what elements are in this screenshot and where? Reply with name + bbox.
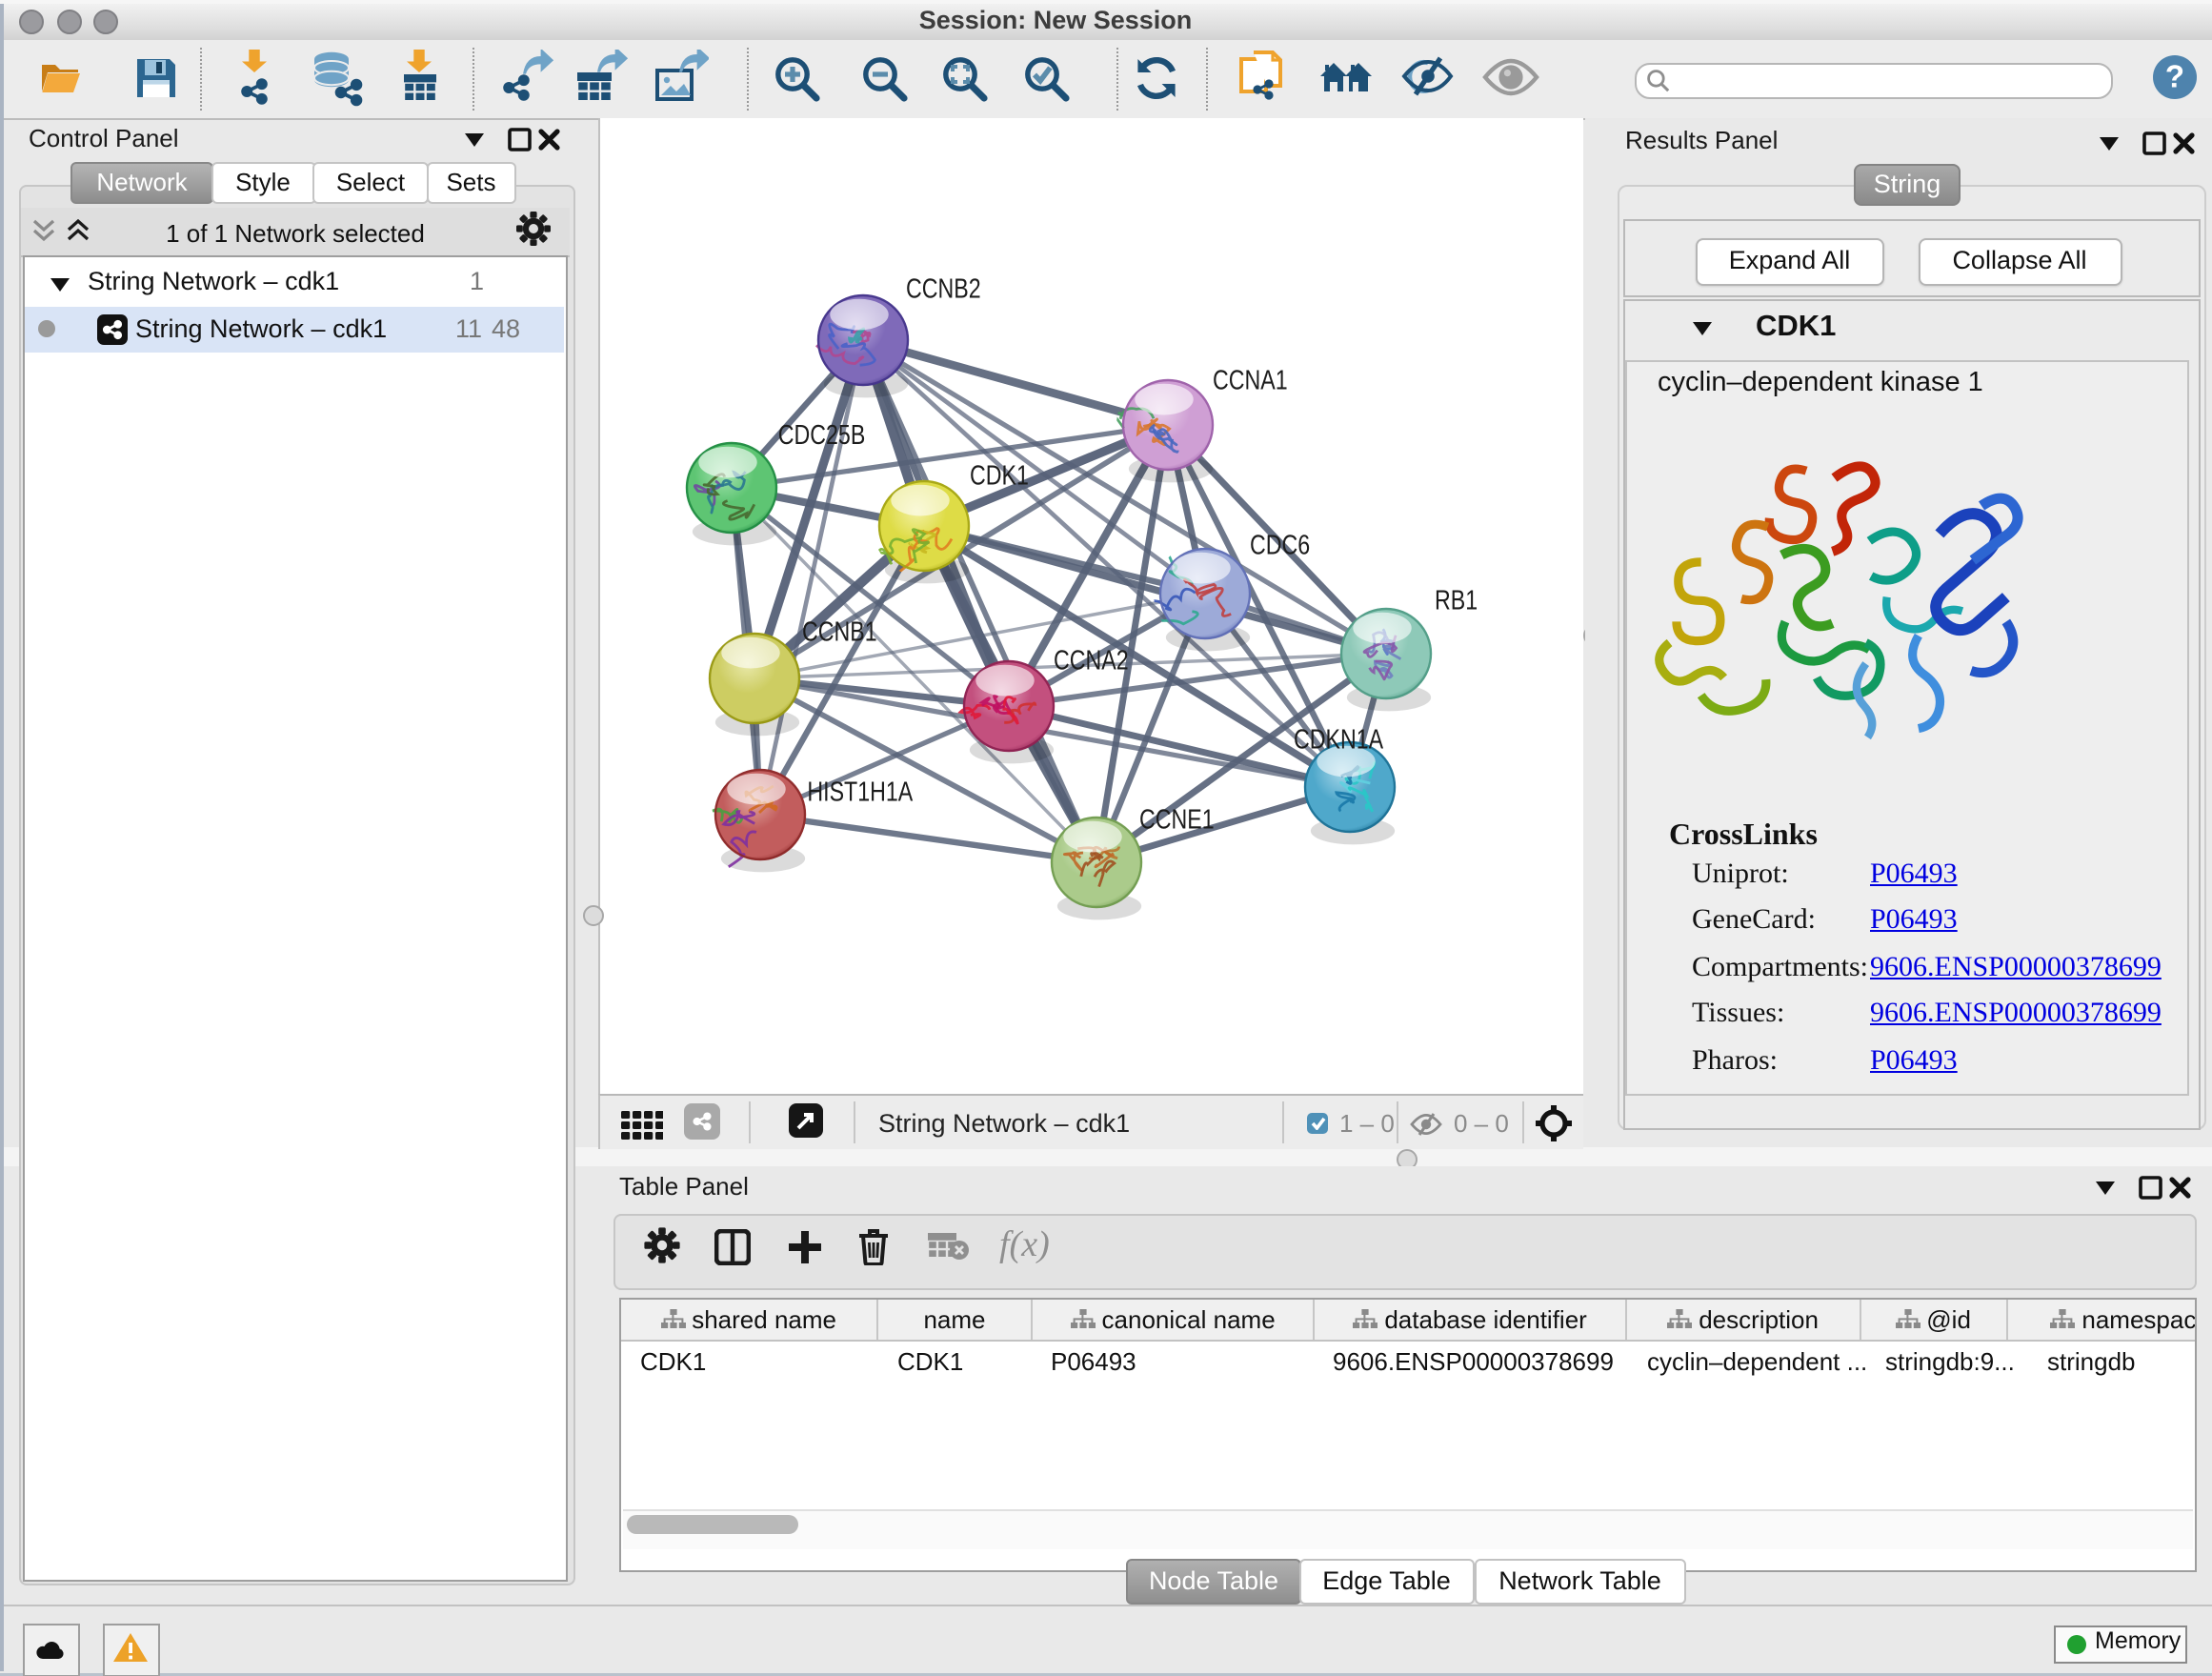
svg-text:CDC6: CDC6 — [1250, 529, 1310, 560]
svg-text:CCNA1: CCNA1 — [1213, 364, 1288, 395]
svg-text:CCNA2: CCNA2 — [1054, 644, 1129, 676]
svg-text:CCNB2: CCNB2 — [906, 273, 981, 304]
svg-text:?: ? — [2165, 59, 2184, 94]
svg-text:CDK1: CDK1 — [970, 459, 1029, 491]
svg-text:CDC25B: CDC25B — [778, 418, 866, 450]
svg-text:CDKN1A: CDKN1A — [1294, 723, 1384, 755]
svg-text:CCNB1: CCNB1 — [802, 616, 877, 647]
svg-text:CCNE1: CCNE1 — [1139, 803, 1215, 835]
svg-text:RB1: RB1 — [1435, 584, 1478, 616]
svg-text:HIST1H1A: HIST1H1A — [807, 776, 913, 807]
